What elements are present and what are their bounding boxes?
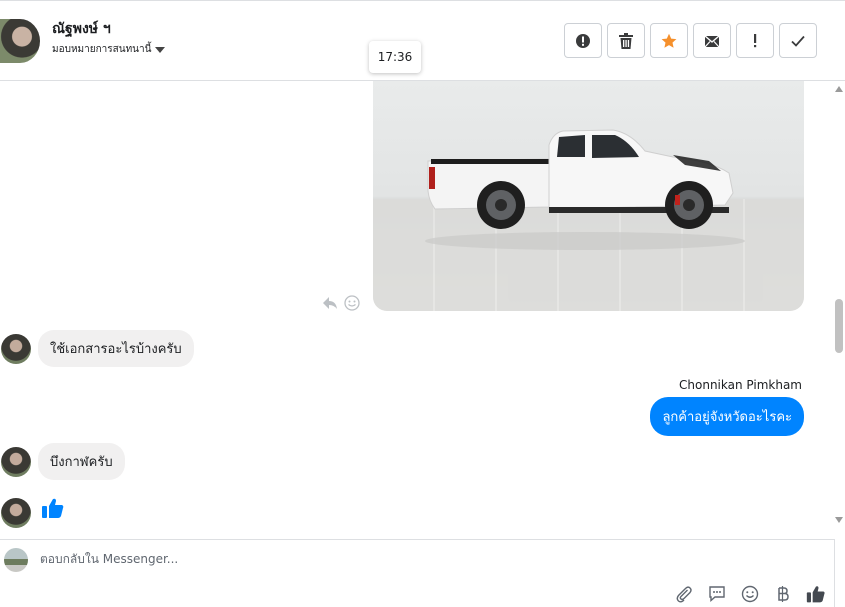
assign-label: มอบหมายการสนทนานี้ [52, 44, 152, 55]
sender-avatar[interactable] [1, 333, 31, 364]
star-icon [661, 33, 677, 48]
scrollbar-thumb[interactable] [835, 299, 843, 353]
composer-tools [674, 584, 826, 604]
inbox-conversation: ณัฐพงษ์ ฯ มอบหมายการสนทนานี้ 17:36 ใช้เอ… [0, 0, 845, 607]
saved-replies-button[interactable] [707, 584, 727, 604]
outgoing-message-bubble[interactable]: ลูกค้าอยู่จังหวัดอะไรคะ [650, 397, 804, 436]
sender-avatar[interactable] [1, 498, 31, 528]
thumbs-up-icon [806, 586, 825, 603]
sender-avatar[interactable] [1, 446, 31, 477]
message-actions [322, 295, 360, 311]
attach-button[interactable] [674, 584, 694, 604]
spam-button[interactable] [564, 23, 602, 58]
caret-down-icon [155, 46, 166, 53]
mark-unread-button[interactable] [693, 23, 731, 58]
reply-input[interactable] [40, 552, 740, 566]
emoji-icon [741, 585, 759, 603]
checkmark-icon [791, 35, 805, 47]
delete-button[interactable] [607, 23, 645, 58]
like-button[interactable] [806, 584, 826, 604]
emoji-button[interactable] [740, 584, 760, 604]
conversation-toolbar [564, 23, 817, 58]
contact-name[interactable]: ณัฐพงษ์ ฯ [52, 18, 111, 40]
alert-circle-icon [576, 33, 590, 48]
trash-icon [619, 32, 633, 49]
done-button[interactable] [779, 23, 817, 58]
incoming-message-bubble[interactable]: บึงกาฬครับ [38, 443, 125, 480]
paperclip-icon [676, 586, 692, 603]
follow-up-button[interactable] [736, 23, 774, 58]
emoji-reaction-icon[interactable] [344, 295, 360, 311]
thumbs-up-icon[interactable] [41, 496, 65, 520]
timestamp-tooltip: 17:36 [369, 41, 421, 73]
pickup-truck-image [425, 129, 745, 250]
sender-name: Chonnikan Pimkham [679, 378, 802, 392]
reply-composer [0, 539, 835, 607]
message-row-incoming: บึงกาฬครับ [0, 443, 125, 480]
message-thread[interactable]: ใช้เอกสารอะไรบ้างครับ Chonnikan Pimkham … [0, 81, 833, 539]
reply-icon[interactable] [322, 296, 338, 310]
exclamation-icon [754, 33, 757, 47]
conversation-header: ณัฐพงษ์ ฯ มอบหมายการสนทนานี้ [0, 0, 845, 81]
scroll-up-arrow-icon[interactable] [835, 86, 843, 92]
assign-conversation-dropdown[interactable]: มอบหมายการสนทนานี้ [52, 42, 166, 57]
baht-icon [778, 586, 789, 602]
message-row-incoming [0, 498, 65, 528]
star-button[interactable] [650, 23, 688, 58]
contact-avatar[interactable] [0, 19, 40, 63]
message-image[interactable] [373, 81, 804, 311]
thread-scrollbar[interactable] [833, 81, 845, 527]
saved-replies-icon [709, 586, 725, 603]
message-row-incoming: ใช้เอกสารอะไรบ้างครับ [0, 330, 194, 367]
scroll-down-arrow-icon[interactable] [835, 517, 843, 523]
incoming-message-bubble[interactable]: ใช้เอกสารอะไรบ้างครับ [38, 330, 194, 367]
payment-button[interactable] [773, 584, 793, 604]
page-avatar [4, 548, 28, 572]
envelope-icon [704, 34, 720, 47]
